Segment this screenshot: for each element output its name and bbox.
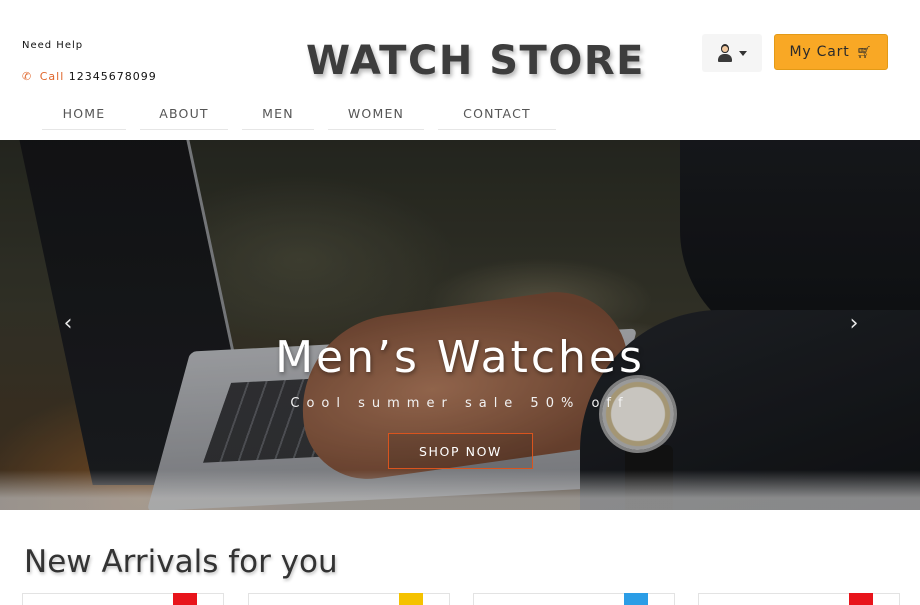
cart-icon: 🛒︎ [856,45,873,59]
cart-label: My Cart [789,44,850,60]
caret-down-icon [739,50,747,56]
product-badge [399,593,423,605]
phone-icon: ✆ [22,70,33,83]
site-header: Need Help ✆ Call 12345678099 WATCH STORE… [0,0,920,140]
product-badge [173,593,197,605]
nav-item-women[interactable]: WOMEN [328,100,424,130]
product-card[interactable] [248,593,450,605]
product-card-row [22,593,902,605]
nav-item-men[interactable]: MEN [242,100,314,130]
new-arrivals-heading: New Arrivals for you [24,544,338,580]
shop-now-button[interactable]: SHOP NOW [388,433,533,469]
main-nav: HOME ABOUT MEN WOMEN CONTACT [42,100,570,130]
product-card[interactable] [22,593,224,605]
user-icon [717,44,733,62]
call-line[interactable]: ✆ Call 12345678099 [22,70,157,83]
nav-item-contact[interactable]: CONTACT [438,100,556,130]
product-badge [849,593,873,605]
call-label: Call [39,70,65,83]
product-badge [624,593,648,605]
phone-number[interactable]: 12345678099 [69,70,157,83]
account-dropdown-button[interactable] [702,34,762,72]
product-card[interactable] [698,593,900,605]
my-cart-button[interactable]: My Cart 🛒︎ [774,34,888,70]
need-help-text: Need Help [22,40,84,51]
nav-item-about[interactable]: ABOUT [140,100,228,130]
nav-item-home[interactable]: HOME [42,100,126,130]
hero-title: Men’s Watches [275,332,645,383]
hero-subtitle: Cool summer sale 50% off [290,396,630,411]
brand-logo[interactable]: WATCH STORE [306,38,645,84]
product-card[interactable] [473,593,675,605]
hero-carousel: ‹ › Men’s Watches Cool summer sale 50% o… [0,140,920,510]
